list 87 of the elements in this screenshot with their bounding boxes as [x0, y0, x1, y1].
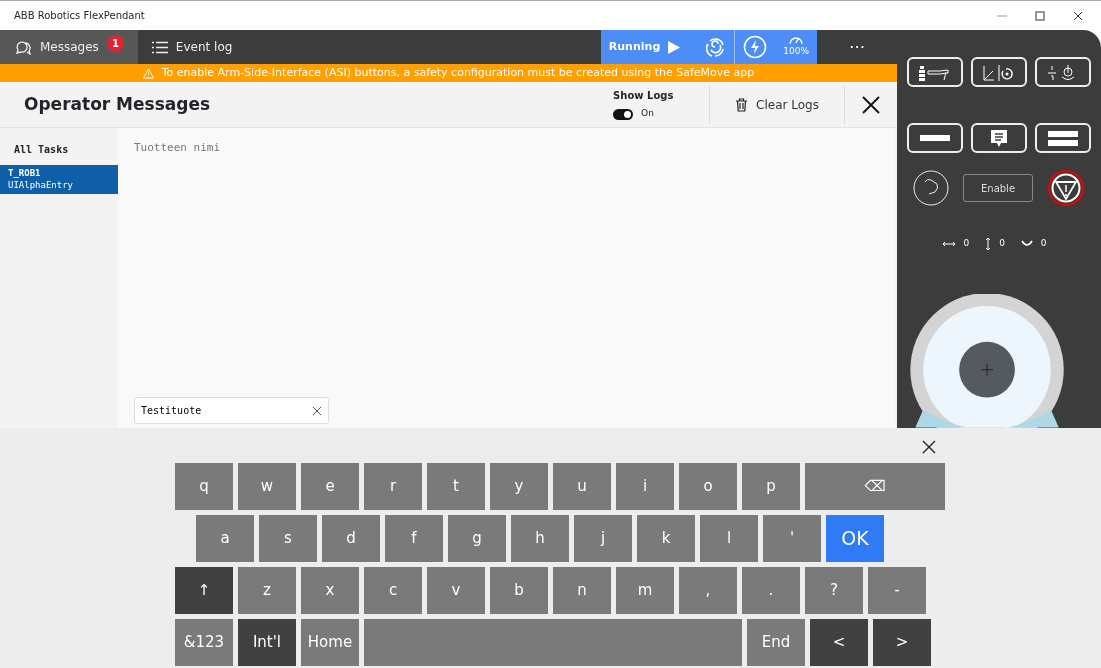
double-bar-icon: [1048, 130, 1078, 147]
frame-button[interactable]: [971, 57, 1027, 87]
minus-button[interactable]: [907, 123, 963, 153]
sidebar-heading: All Tasks: [13, 143, 70, 157]
key[interactable]: q: [175, 463, 233, 510]
toggle-state-text: On: [641, 107, 654, 121]
key[interactable]: w: [238, 463, 296, 510]
increment-button[interactable]: [1035, 57, 1091, 87]
speed-text: 100%: [783, 45, 809, 59]
clear-logs-button[interactable]: Clear Logs: [726, 90, 828, 119]
play-icon: [668, 40, 681, 54]
bar-icon: [920, 134, 950, 143]
key[interactable]: Home: [301, 619, 359, 666]
run-status-text: Running: [608, 38, 661, 55]
key[interactable]: <: [810, 619, 868, 666]
vertical-arrow-icon: [985, 237, 992, 250]
task-item[interactable]: T_ROB1 UIAlphaEntry: [0, 165, 118, 195]
spiral-icon: [704, 36, 727, 58]
tab[interactable]: Event log: [137, 30, 247, 64]
key[interactable]: j: [574, 515, 632, 562]
gauge-icon: [789, 35, 804, 46]
key[interactable]: .: [742, 567, 800, 614]
key[interactable]: End: [747, 619, 805, 666]
key[interactable]: i: [616, 463, 674, 510]
key[interactable]: ,: [679, 567, 737, 614]
key[interactable]: o: [679, 463, 737, 510]
key[interactable]: b: [490, 567, 548, 614]
trash-icon: [735, 97, 749, 112]
key[interactable]: p: [742, 463, 800, 510]
key[interactable]: d: [322, 515, 380, 562]
key[interactable]: a: [196, 515, 254, 562]
double-bar-button[interactable]: [1035, 123, 1091, 153]
lightning-icon: [743, 35, 768, 59]
run-status-panel[interactable]: Running: [600, 30, 735, 64]
key[interactable]: Int'l: [238, 619, 296, 666]
key[interactable]: ⌫: [805, 463, 945, 510]
speed-panel[interactable]: 100%: [734, 30, 817, 64]
key[interactable]: &123: [175, 619, 233, 666]
key[interactable]: u: [553, 463, 611, 510]
key[interactable]: m: [616, 567, 674, 614]
key[interactable]: y: [490, 463, 548, 510]
key[interactable]: t: [427, 463, 485, 510]
key[interactable]: OK: [826, 515, 884, 562]
warning-icon: [142, 67, 154, 79]
window-title: ABB Robotics FlexPendant: [14, 9, 145, 23]
key[interactable]: k: [637, 515, 695, 562]
axis-value: 0: [999, 237, 1005, 250]
key[interactable]: v: [427, 567, 485, 614]
chat-icon: [14, 39, 32, 55]
key[interactable]: ': [763, 515, 821, 562]
list-icon: [151, 40, 168, 54]
tab[interactable]: Messages 1: [0, 30, 138, 64]
key[interactable]: e: [301, 463, 359, 510]
key[interactable]: z: [238, 567, 296, 614]
horizontal-arrow-icon: [943, 240, 956, 247]
close-icon[interactable]: [861, 94, 881, 115]
rotation-icon: [1020, 240, 1033, 248]
key[interactable]: ?: [805, 567, 863, 614]
clear-icon[interactable]: [313, 407, 321, 415]
key[interactable]: h: [511, 515, 569, 562]
key[interactable]: l: [700, 515, 758, 562]
show-logs-toggle[interactable]: [613, 108, 634, 120]
key[interactable]: >: [873, 619, 931, 666]
tool-button[interactable]: [907, 57, 963, 87]
message-icon: [991, 129, 1007, 148]
text-input-field[interactable]: Testituote: [134, 397, 329, 424]
axis-value: 0: [1040, 237, 1047, 250]
axis-value: 0: [963, 237, 970, 250]
message-button[interactable]: [971, 123, 1027, 153]
show-logs-label: Show Logs: [613, 89, 675, 104]
page-title: Operator Messages: [24, 94, 211, 115]
enable-button[interactable]: Enable: [963, 174, 1033, 202]
key[interactable]: x: [301, 567, 359, 614]
key[interactable]: f: [385, 515, 443, 562]
key[interactable]: ↑: [175, 567, 233, 614]
warning-banner-text: To enable Arm-Side-Interface (ASI) buttons, a safety configuration must be created using the SafeMove app: [161, 64, 755, 81]
emergency-stop-icon[interactable]: [1047, 169, 1085, 207]
maximize-icon[interactable]: [1033, 8, 1047, 23]
prompt-label: Tuotteen nimi: [133, 140, 222, 156]
more-button[interactable]: ⋯: [817, 30, 897, 64]
key[interactable]: c: [364, 567, 422, 614]
key[interactable]: g: [448, 515, 506, 562]
key[interactable]: r: [364, 463, 422, 510]
notification-badge: 1: [106, 34, 124, 52]
key[interactable]: -: [868, 567, 926, 614]
key[interactable]: s: [259, 515, 317, 562]
key[interactable]: n: [553, 567, 611, 614]
